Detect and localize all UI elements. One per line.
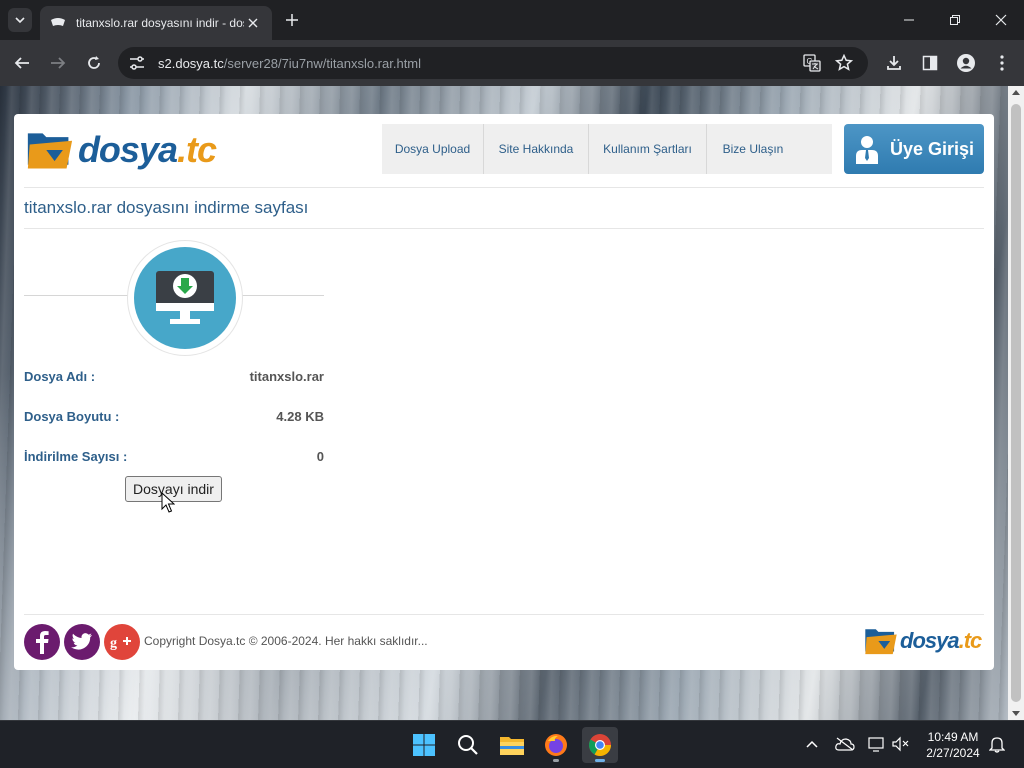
address-bar[interactable]: s2.dosya.tc/server28/7iu7nw/titanxslo.ra…	[118, 47, 868, 79]
tab-title: titanxslo.rar dosyasını indir - dosya.tc	[76, 16, 244, 30]
reload-icon[interactable]	[82, 51, 106, 75]
footer-logo-main: dosya	[900, 628, 960, 653]
app-active-indicator	[595, 759, 605, 762]
bookmark-star-icon[interactable]	[832, 51, 856, 75]
page-viewport: dosya.tc Dosya Upload Site Hakkında Kull…	[0, 86, 1008, 720]
download-hero	[24, 240, 324, 356]
chrome-icon[interactable]	[582, 727, 618, 763]
search-icon[interactable]	[450, 727, 486, 763]
browser-tab[interactable]: titanxslo.rar dosyasını indir - dosya.tc	[40, 6, 272, 40]
browser-toolbar: s2.dosya.tc/server28/7iu7nw/titanxslo.ra…	[0, 40, 1024, 86]
menu-kebab-icon[interactable]	[990, 51, 1014, 75]
back-icon[interactable]	[10, 51, 34, 75]
download-count-value: 0	[316, 448, 324, 464]
firefox-icon[interactable]	[538, 727, 574, 763]
folder-logo-icon	[27, 133, 73, 169]
clock-date: 2/27/2024	[926, 746, 980, 760]
hero-circle	[134, 247, 236, 349]
clock-time: 10:49 AM	[927, 730, 979, 744]
download-count-label: İndirilme Sayısı :	[24, 448, 128, 464]
footer-logo-tld: .tc	[958, 628, 983, 653]
translate-icon[interactable]: G	[800, 51, 824, 75]
footer-logo[interactable]: dosya.tc	[864, 624, 984, 658]
footer-divider	[24, 614, 984, 615]
url-text: s2.dosya.tc/server28/7iu7nw/titanxslo.ra…	[158, 56, 421, 71]
network-icon[interactable]	[866, 733, 888, 755]
browser-tab-bar: titanxslo.rar dosyasını indir - dosya.tc	[0, 0, 1024, 40]
file-name-label: Dosya Adı :	[24, 368, 96, 384]
new-tab-icon[interactable]	[282, 10, 302, 30]
download-count-row: İndirilme Sayısı : 0	[24, 446, 324, 466]
nav-bize-ulasin[interactable]: Bize Ulaşın	[707, 124, 799, 174]
file-size-row: Dosya Boyutu : 4.28 KB	[24, 406, 324, 426]
twitter-icon[interactable]	[64, 624, 100, 660]
side-panel-icon[interactable]	[918, 51, 942, 75]
login-button[interactable]: Üye Girişi	[844, 124, 984, 174]
file-name-value: titanxslo.rar	[249, 368, 324, 384]
scrollbar-thumb[interactable]	[1011, 104, 1021, 702]
folder-logo-icon	[865, 629, 897, 655]
page-scrollbar[interactable]	[1008, 86, 1024, 720]
divider	[24, 187, 984, 188]
user-icon	[855, 136, 878, 164]
start-windows-icon[interactable]	[406, 727, 442, 763]
site-favicon-icon	[50, 15, 66, 31]
app-running-indicator	[553, 759, 559, 762]
url-path: /server28/7iu7nw/titanxslo.rar.html	[223, 55, 422, 71]
footer-logo-text: dosya.tc	[900, 628, 983, 654]
monitor-download-icon	[156, 271, 214, 324]
file-size-label: Dosya Boyutu :	[24, 408, 120, 424]
file-name-row: Dosya Adı : titanxslo.rar	[24, 366, 324, 386]
page-container: dosya.tc Dosya Upload Site Hakkında Kull…	[14, 114, 994, 670]
facebook-icon[interactable]	[24, 624, 60, 660]
login-label: Üye Girişi	[889, 138, 975, 159]
scroll-down-icon[interactable]	[1012, 711, 1020, 716]
minimize-icon[interactable]	[897, 8, 921, 32]
logo-main: dosya	[77, 129, 178, 170]
logo-tld: .tc	[176, 129, 217, 170]
nav-kullanim-sartlari[interactable]: Kullanım Şartları	[589, 124, 707, 174]
page-title: titanxslo.rar dosyasını indirme sayfası	[24, 198, 309, 217]
scroll-up-icon[interactable]	[1012, 90, 1020, 95]
mouse-cursor-icon	[161, 492, 175, 513]
main-nav: Dosya Upload Site Hakkında Kullanım Şart…	[382, 124, 832, 174]
os-taskbar: 10:49 AM 2/27/2024	[0, 720, 1024, 768]
svg-text:g: g	[110, 636, 117, 651]
restore-icon[interactable]	[943, 8, 967, 32]
logo-text: dosya.tc	[77, 129, 217, 171]
close-tab-icon[interactable]	[244, 14, 262, 32]
notification-bell-icon[interactable]	[986, 733, 1008, 755]
volume-muted-icon[interactable]	[890, 733, 912, 755]
downloads-icon[interactable]	[882, 51, 906, 75]
file-size-value: 4.28 KB	[276, 408, 324, 424]
chevron-up-icon[interactable]	[801, 733, 823, 755]
tab-search-button[interactable]	[8, 8, 32, 32]
copyright-text: Copyright Dosya.tc © 2006-2024. Her hakk…	[144, 634, 428, 648]
close-window-icon[interactable]	[989, 8, 1013, 32]
file-explorer-icon[interactable]	[494, 727, 530, 763]
onedrive-offline-icon[interactable]	[834, 733, 856, 755]
site-settings-icon[interactable]	[122, 48, 152, 78]
chevron-down-icon	[15, 17, 25, 24]
system-clock[interactable]: 10:49 AM 2/27/2024	[918, 729, 988, 761]
site-logo[interactable]: dosya.tc	[26, 124, 217, 176]
nav-dosya-upload[interactable]: Dosya Upload	[382, 124, 484, 174]
forward-icon[interactable]	[46, 51, 70, 75]
url-host: s2.dosya.tc	[158, 55, 224, 71]
divider	[24, 228, 984, 229]
nav-site-hakkinda[interactable]: Site Hakkında	[484, 124, 589, 174]
profile-avatar-icon[interactable]	[954, 51, 978, 75]
google-plus-icon[interactable]: g	[104, 624, 140, 660]
